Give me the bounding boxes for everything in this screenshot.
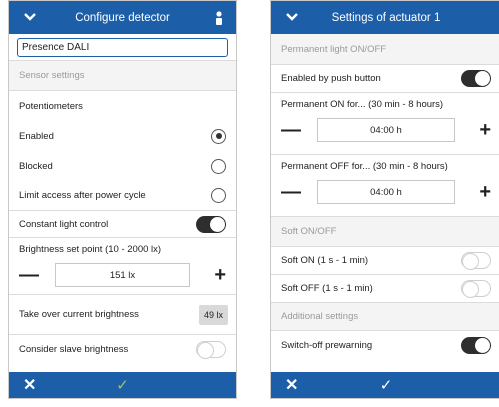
take-over-label: Take over current brightness — [19, 309, 139, 320]
page-title: Configure detector — [75, 11, 170, 24]
footer-bar: ✕ ✓ — [9, 372, 236, 398]
decrease-button[interactable]: — — [281, 182, 301, 202]
enabled-push-row: Enabled by push button — [271, 65, 499, 93]
switch-off-prewarning-row: Switch-off prewarning — [271, 331, 499, 360]
header-bar: Settings of actuator 1 — [271, 1, 499, 34]
check-icon[interactable]: ✓ — [116, 376, 129, 394]
actuator-settings-screen: Settings of actuator 1 Permanent light O… — [270, 0, 499, 399]
header-bar: Configure detector — [9, 1, 236, 34]
option-enabled-label: Enabled — [19, 130, 54, 142]
soft-on-row: Soft ON (1 s - 1 min) — [271, 247, 499, 275]
device-name-input[interactable]: Presence DALI — [17, 38, 228, 57]
chevron-down-icon[interactable] — [285, 10, 299, 24]
name-field-row: Presence DALI — [9, 34, 236, 61]
brightness-label: Brightness set point (10 - 2000 lx) — [19, 243, 162, 255]
soft-on-label: Soft ON (1 s - 1 min) — [281, 255, 369, 266]
soft-off-label: Soft OFF (1 s - 1 min) — [281, 283, 373, 294]
increase-button[interactable]: + — [471, 120, 491, 140]
decrease-button[interactable]: — — [19, 265, 39, 285]
section-sensor-settings: Sensor settings — [9, 61, 236, 91]
page-title: Settings of actuator 1 — [331, 11, 441, 24]
permanent-on-label: Permanent ON for... (30 min - 8 hours) — [281, 98, 444, 110]
permanent-off-value[interactable]: 04:00 h — [317, 180, 455, 204]
brightness-stepper: — 151 lx + — [19, 260, 226, 290]
section-additional-settings: Additional settings — [271, 303, 499, 331]
increase-button[interactable]: + — [471, 182, 491, 202]
radio-limit-access[interactable] — [211, 188, 226, 203]
switch-off-prewarning-label: Switch-off prewarning — [281, 340, 373, 351]
radio-blocked[interactable] — [211, 158, 226, 174]
permanent-on-stepper: — 04:00 h + — [281, 115, 491, 145]
constant-light-row: Constant light control — [9, 211, 236, 238]
close-icon[interactable]: ✕ — [285, 375, 298, 395]
option-limit-access[interactable]: Limit access after power cycle — [9, 181, 236, 211]
chevron-down-icon[interactable] — [23, 10, 37, 24]
option-blocked[interactable]: Blocked — [9, 151, 236, 181]
section-permanent-light: Permanent light ON/OFF — [271, 34, 499, 65]
consider-slave-toggle[interactable] — [196, 340, 226, 359]
constant-light-toggle[interactable] — [196, 215, 226, 233]
configure-detector-screen: Configure detector Presence DALI Sensor … — [8, 0, 237, 399]
permanent-off-stepper: — 04:00 h + — [281, 177, 491, 207]
footer-bar: ✕ ✓ — [271, 372, 499, 398]
section-soft-on-off: Soft ON/OFF — [271, 217, 499, 247]
enabled-push-toggle[interactable] — [461, 70, 491, 87]
permanent-off-setting: Permanent OFF for... (30 min - 8 hours) … — [271, 155, 499, 217]
close-icon[interactable]: ✕ — [23, 375, 36, 395]
switch-off-prewarning-toggle[interactable] — [461, 337, 491, 354]
soft-off-toggle[interactable] — [461, 280, 491, 298]
check-icon[interactable]: ✓ — [380, 376, 393, 394]
permanent-on-setting: Permanent ON for... (30 min - 8 hours) —… — [271, 93, 499, 155]
brightness-value[interactable]: 151 lx — [55, 263, 190, 287]
take-over-row: Take over current brightness 49 lx — [9, 295, 236, 335]
option-enabled[interactable]: Enabled — [9, 121, 236, 151]
decrease-button[interactable]: — — [281, 120, 301, 140]
potentiometers-label: Potentiometers — [9, 91, 236, 121]
increase-button[interactable]: + — [206, 265, 226, 285]
take-over-brightness-button[interactable]: 49 lx — [198, 304, 228, 325]
permanent-on-value[interactable]: 04:00 h — [317, 118, 455, 142]
brightness-setpoint: Brightness set point (10 - 2000 lx) — 15… — [9, 238, 236, 295]
permanent-off-label: Permanent OFF for... (30 min - 8 hours) — [281, 160, 448, 172]
enabled-push-label: Enabled by push button — [281, 73, 381, 84]
constant-light-label: Constant light control — [19, 218, 109, 230]
radio-enabled[interactable] — [211, 128, 226, 144]
consider-slave-label: Consider slave brightness — [19, 343, 129, 355]
soft-off-row: Soft OFF (1 s - 1 min) — [271, 275, 499, 303]
user-icon[interactable] — [214, 10, 224, 26]
option-limit-access-label: Limit access after power cycle — [19, 190, 146, 201]
option-blocked-label: Blocked — [19, 160, 53, 172]
consider-slave-row: Consider slave brightness — [9, 335, 236, 363]
soft-on-toggle[interactable] — [461, 252, 491, 270]
